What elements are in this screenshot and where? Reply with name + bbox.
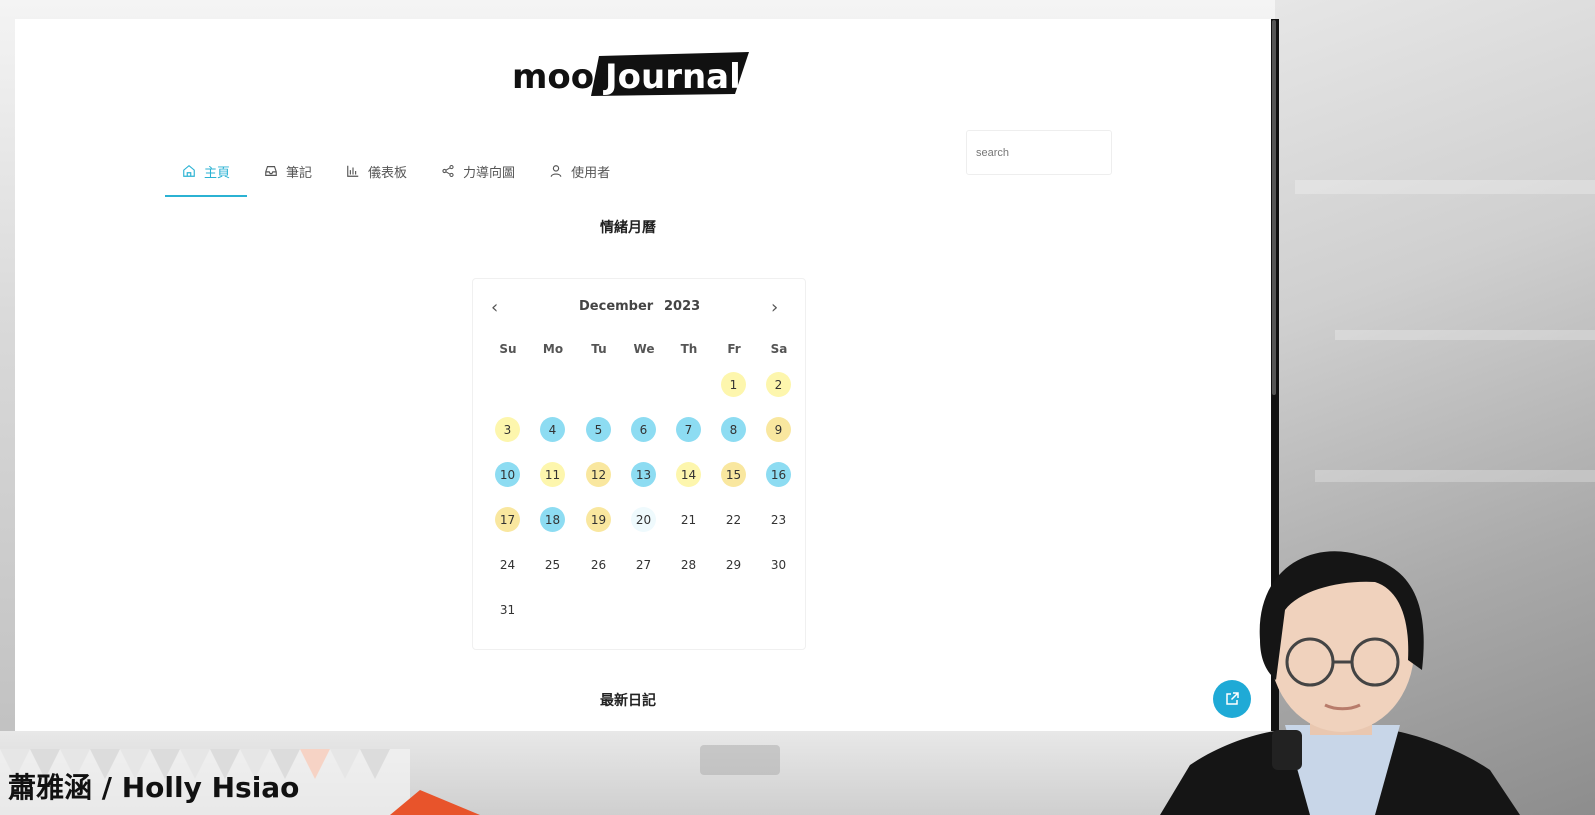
- calendar-day[interactable]: 25: [540, 552, 565, 577]
- calendar-day[interactable]: 9: [766, 417, 791, 442]
- latest-journal-title: 最新日記: [600, 693, 656, 709]
- speaker-video: [1160, 551, 1520, 815]
- weekday-label: We: [633, 342, 655, 356]
- calendar-day[interactable]: 23: [766, 507, 791, 532]
- user-icon: [550, 165, 562, 177]
- calendar-day[interactable]: 2: [766, 372, 791, 397]
- svg-text:Journal.: Journal.: [603, 57, 754, 97]
- calendar-day[interactable]: 12: [586, 462, 611, 487]
- calendar-day[interactable]: 8: [721, 417, 746, 442]
- nav-item-label: 儀表板: [368, 165, 408, 181]
- calendar-day[interactable]: 14: [676, 462, 701, 487]
- calendar-day[interactable]: 24: [495, 552, 520, 577]
- nav-item-force-graph[interactable]: 力導向圖: [424, 147, 532, 195]
- weekday-label: Tu: [591, 342, 607, 356]
- calendar-month[interactable]: December: [579, 299, 653, 314]
- weekday-label: Th: [680, 342, 698, 356]
- moodjournal-logo[interactable]: mood Journal.: [507, 36, 767, 100]
- calendar-day[interactable]: 18: [540, 507, 565, 532]
- calendar-day[interactable]: 17: [495, 507, 520, 532]
- main-nav: 主頁 筆記 儀表板 力導向圖 使用者: [165, 147, 627, 197]
- prev-month-button[interactable]: ‹: [491, 299, 498, 317]
- mood-calendar: ‹ December 2023 › Su Mo Tu We Th Fr Sa 1234567…: [472, 278, 806, 650]
- calendar-day[interactable]: 31: [495, 597, 520, 622]
- calendar-day[interactable]: 28: [676, 552, 701, 577]
- nav-item-label: 主頁: [204, 165, 231, 181]
- nav-item-label: 力導向圖: [463, 165, 516, 181]
- nav-item-notes[interactable]: 筆記: [247, 147, 329, 195]
- calendar-header: ‹ December 2023 ›: [473, 299, 805, 319]
- nav-item-user[interactable]: 使用者: [532, 147, 627, 195]
- calendar-day[interactable]: 15: [721, 462, 746, 487]
- calendar-day[interactable]: 16: [766, 462, 791, 487]
- search-input[interactable]: [966, 130, 1112, 175]
- nav-item-label: 使用者: [571, 165, 611, 181]
- calendar-day[interactable]: 19: [586, 507, 611, 532]
- svg-text:mood: mood: [512, 57, 618, 97]
- calendar-day[interactable]: 29: [721, 552, 746, 577]
- calendar-day[interactable]: 20: [631, 507, 656, 532]
- calendar-day[interactable]: 22: [721, 507, 746, 532]
- calendar-day[interactable]: 1: [721, 372, 746, 397]
- calendar-day[interactable]: 30: [766, 552, 791, 577]
- browser-viewport: mood Journal. 主頁 筆記 儀表板 力導向圖 使用者 情緒月曆 ‹: [15, 19, 1277, 731]
- calendar-day[interactable]: 10: [495, 462, 520, 487]
- calendar-day[interactable]: 6: [631, 417, 656, 442]
- bar-chart-icon: [347, 165, 359, 177]
- calendar-day[interactable]: 4: [540, 417, 565, 442]
- calendar-day[interactable]: 21: [676, 507, 701, 532]
- calendar-day[interactable]: 3: [495, 417, 520, 442]
- calendar-day[interactable]: 27: [631, 552, 656, 577]
- calendar-day[interactable]: 7: [676, 417, 701, 442]
- background-object: [700, 745, 780, 775]
- calendar-day[interactable]: 11: [540, 462, 565, 487]
- mood-calendar-title: 情緒月曆: [600, 220, 656, 236]
- nav-item-label: 筆記: [286, 165, 313, 181]
- nav-item-dashboard[interactable]: 儀表板: [329, 147, 424, 195]
- nav-item-home[interactable]: 主頁: [165, 147, 248, 197]
- scrollbar-thumb[interactable]: [1272, 20, 1276, 395]
- weekday-label: Sa: [770, 342, 788, 356]
- calendar-day[interactable]: 13: [631, 462, 656, 487]
- weekday-label: Fr: [727, 342, 741, 356]
- calendar-day[interactable]: 5: [586, 417, 611, 442]
- calendar-day[interactable]: 26: [586, 552, 611, 577]
- orange-accent-shape: [390, 790, 480, 815]
- weekday-label: Su: [499, 342, 517, 356]
- weekday-label: Mo: [542, 342, 564, 356]
- home-icon: [183, 165, 195, 177]
- speaker-name: 蕭雅涵 / Holly Hsiao: [8, 771, 300, 804]
- inbox-icon: [265, 166, 277, 176]
- calendar-year[interactable]: 2023: [664, 299, 700, 314]
- next-month-button[interactable]: ›: [771, 299, 778, 317]
- share-nodes-icon: [442, 164, 454, 178]
